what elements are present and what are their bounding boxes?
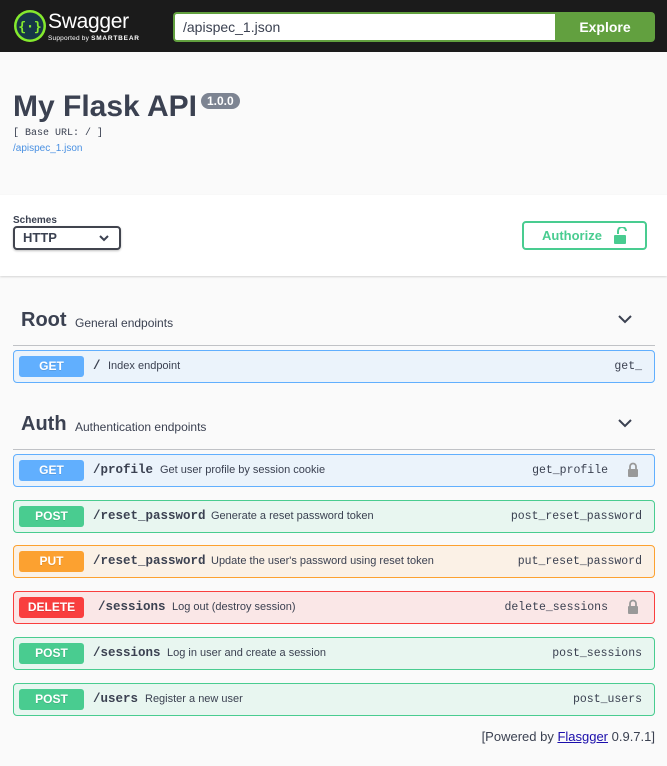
operation-id: put_reset_password (517, 555, 642, 568)
flasgger-link[interactable]: Flasgger (557, 729, 608, 744)
operation-summary: Register a new user (145, 693, 243, 705)
method-badge: POST (19, 506, 84, 527)
operation-put-reset-password[interactable]: PUT /reset_password Update the user's pa… (13, 545, 655, 578)
operation-summary: Update the user's password using reset t… (211, 555, 434, 567)
schemes-selected-value: HTTP (23, 230, 57, 245)
method-badge: PUT (19, 551, 84, 572)
operation-get-profile[interactable]: GET /profile Get user profile by session… (13, 454, 655, 487)
operation-id: post_reset_password (510, 510, 642, 523)
logo-title: Swagger (48, 10, 129, 33)
lock-icon[interactable] (627, 599, 639, 614)
method-badge: GET (19, 356, 84, 377)
authorize-label: Authorize (542, 228, 602, 243)
version-badge: 1.0.0 (201, 93, 240, 109)
base-url: [ Base URL: / ] (13, 128, 104, 139)
operation-summary: Generate a reset password token (211, 510, 374, 522)
operation-id: post_sessions (552, 647, 642, 660)
method-badge: DELETE (19, 597, 84, 618)
tag-name: Auth (21, 413, 67, 435)
operation-summary: Get user profile by session cookie (160, 464, 326, 476)
operation-id: get_profile (532, 464, 608, 477)
swagger-logo-icon[interactable]: {·} (13, 9, 47, 43)
spec-url-input[interactable] (173, 12, 556, 42)
operation-path: /sessions (93, 646, 161, 660)
unlocked-icon (614, 227, 627, 244)
operation-path: /reset_password (93, 509, 206, 523)
operation-path: / (93, 359, 101, 373)
operation-summary: Log out (destroy session) (172, 601, 296, 613)
operation-summary: Log in user and create a session (167, 647, 326, 659)
logo-subtitle: Supported by SMARTBEAR (48, 35, 140, 42)
method-badge: POST (19, 643, 84, 664)
operation-path: /profile (93, 463, 154, 477)
operation-get-root[interactable]: GET / Index endpoint get_ (13, 350, 655, 383)
authorize-button[interactable]: Authorize (522, 221, 647, 250)
operation-post-reset-password[interactable]: POST /reset_password Generate a reset pa… (13, 500, 655, 533)
method-badge: POST (19, 689, 84, 710)
operation-path: /reset_password (93, 554, 206, 568)
tag-name: Root (21, 309, 67, 331)
svg-text:{·}: {·} (18, 20, 41, 35)
topbar: {·} Swagger Supported by SMARTBEAR Explo… (0, 0, 667, 52)
method-badge: GET (19, 460, 84, 481)
scheme-container: Schemes HTTP Authorize (0, 195, 667, 276)
operation-post-users[interactable]: POST /users Register a new user post_use… (13, 683, 655, 716)
chevron-down-icon (99, 235, 109, 242)
operation-path: /sessions (98, 600, 166, 614)
chevron-down-icon (618, 315, 632, 324)
schemes-label: Schemes (13, 215, 57, 226)
lock-icon[interactable] (627, 462, 639, 477)
operation-post-sessions[interactable]: POST /sessions Log in user and create a … (13, 637, 655, 670)
powered-by-footer: [Powered by Flasgger 0.9.7.1] (481, 729, 655, 744)
tag-header-auth[interactable]: Auth Authentication endpoints (13, 395, 655, 450)
operation-path: /users (93, 692, 139, 706)
tag-description: Authentication endpoints (75, 420, 207, 434)
explore-button[interactable]: Explore (555, 12, 655, 42)
schemes-select[interactable]: HTTP (13, 226, 121, 250)
chevron-down-icon (618, 419, 632, 428)
api-title: My Flask API (13, 90, 197, 123)
tag-header-root[interactable]: Root General endpoints (13, 291, 655, 346)
operation-id: post_users (572, 693, 642, 706)
operation-summary: Index endpoint (108, 360, 181, 372)
tag-description: General endpoints (75, 316, 174, 330)
operation-id: delete_sessions (504, 601, 608, 614)
operation-delete-sessions[interactable]: DELETE /sessions Log out (destroy sessio… (13, 591, 655, 624)
operation-id: get_ (614, 360, 642, 373)
spec-link[interactable]: /apispec_1.json (13, 143, 83, 154)
